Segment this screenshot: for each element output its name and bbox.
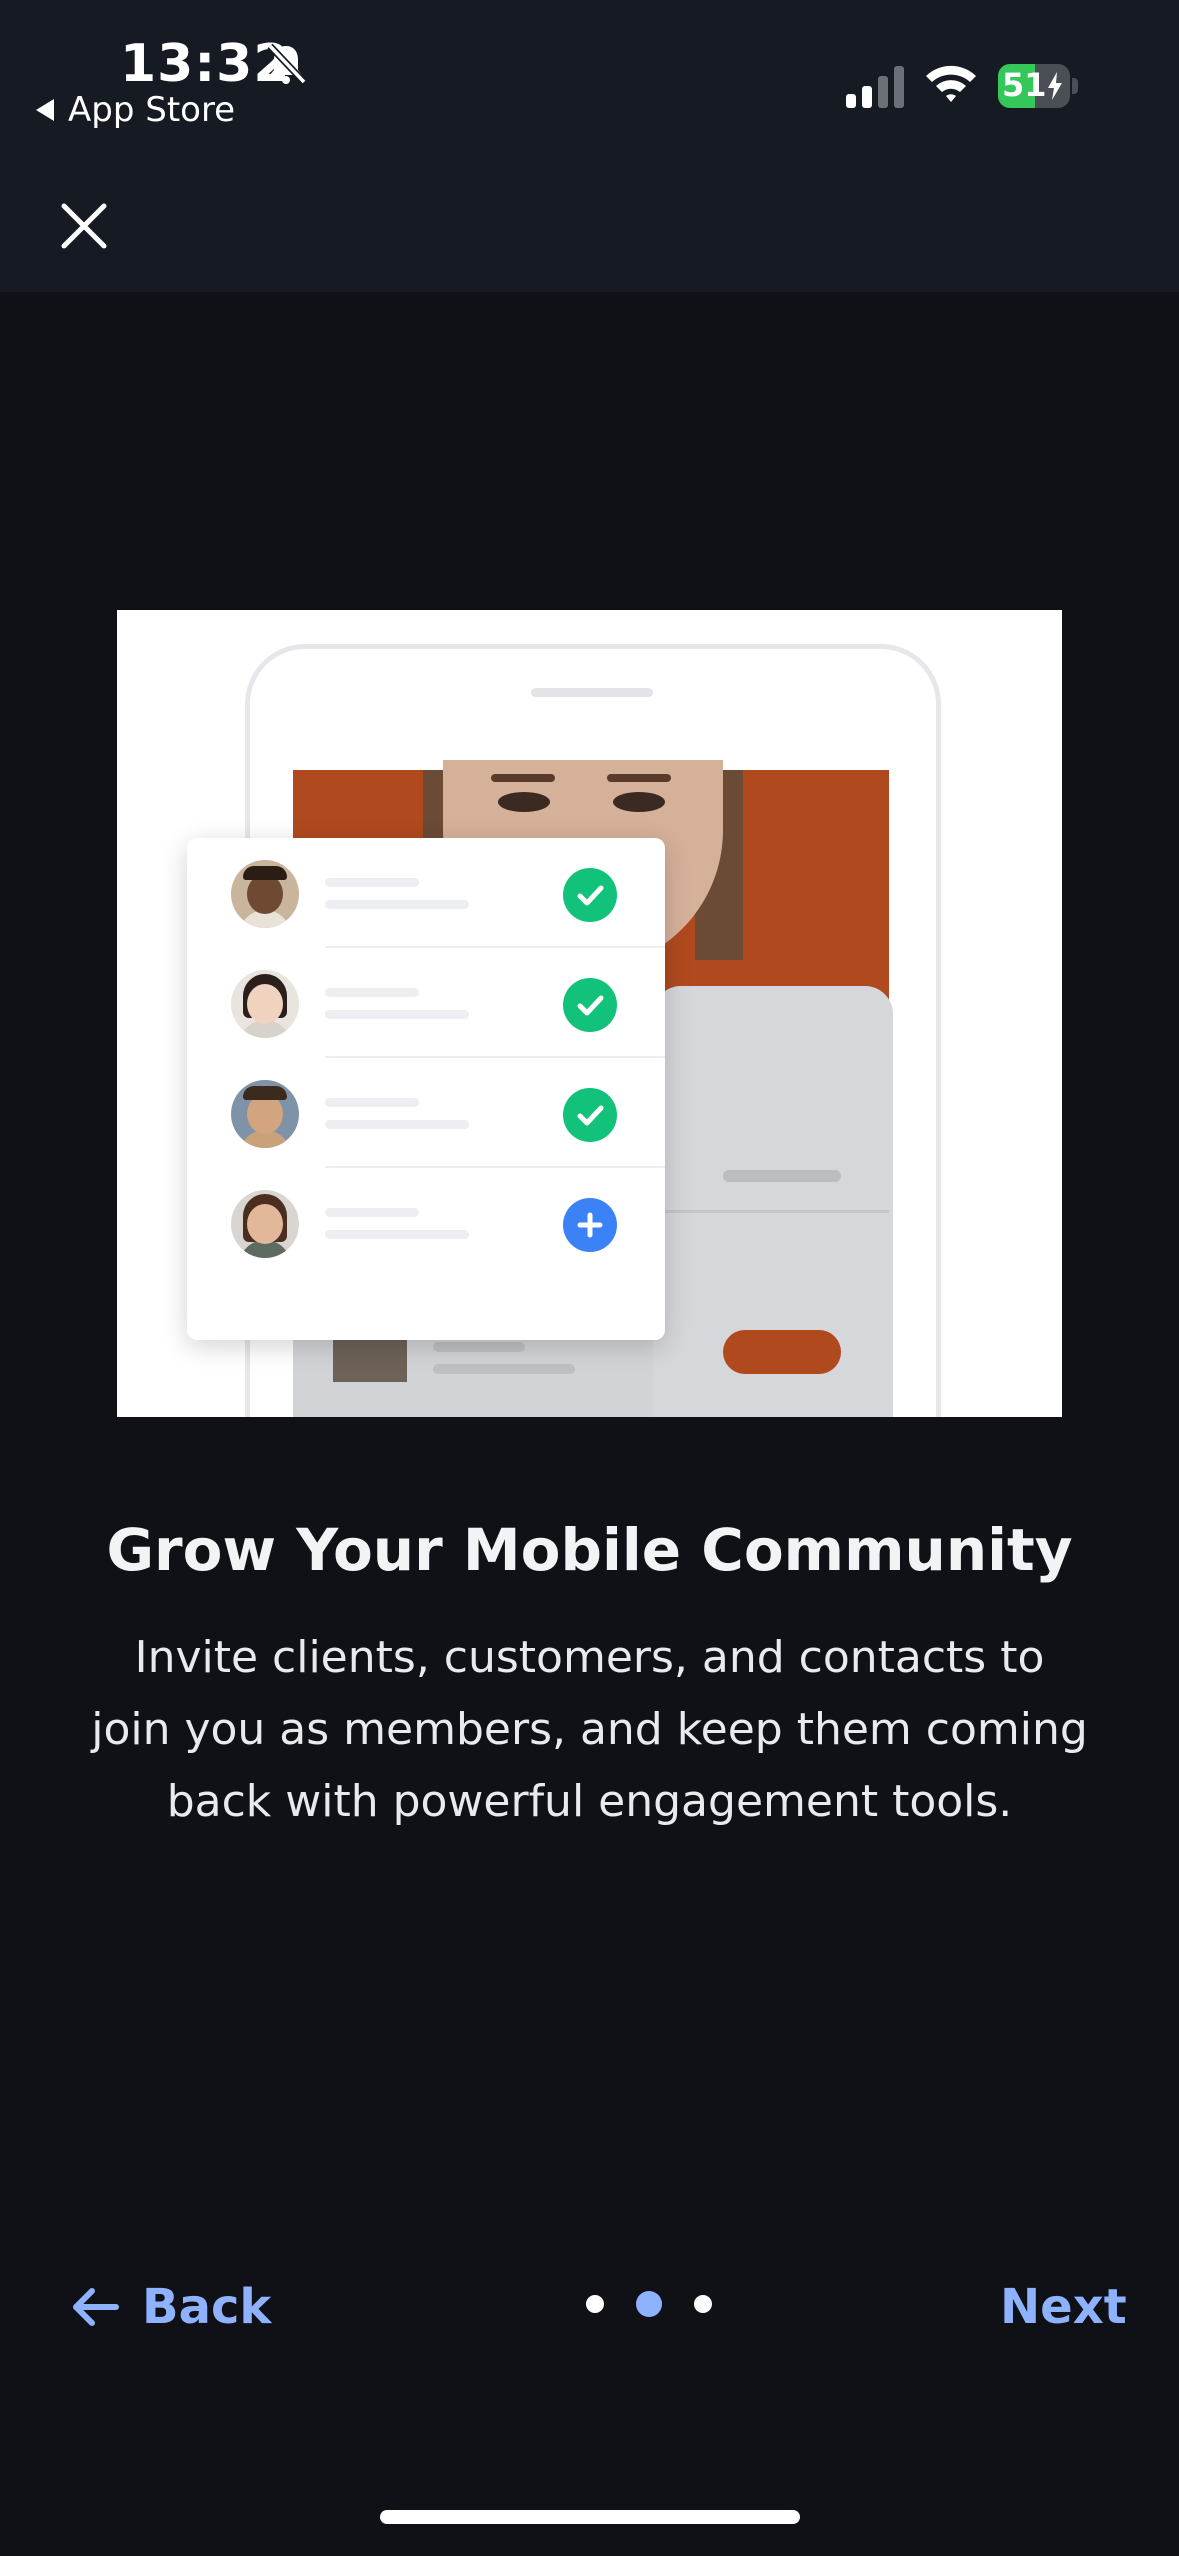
- battery-indicator: 51: [998, 64, 1078, 108]
- placeholder-line: [723, 1170, 841, 1182]
- onboarding-illustration: [117, 610, 1062, 1417]
- home-indicator[interactable]: [380, 2510, 800, 2524]
- page-indicator: [570, 2291, 728, 2317]
- back-button[interactable]: Back: [70, 2272, 271, 2342]
- eye-right: [613, 792, 665, 812]
- back-triangle-icon: [36, 99, 54, 121]
- member-row: [187, 1168, 665, 1278]
- wifi-icon: [926, 65, 976, 102]
- member-row: [187, 1058, 665, 1168]
- avatar: [231, 1080, 299, 1148]
- battery-nub: [1072, 78, 1078, 94]
- check-icon: [563, 978, 617, 1032]
- avatar: [231, 860, 299, 928]
- brow-right: [607, 774, 671, 782]
- placeholder-line: [433, 1364, 575, 1374]
- page-dot-active[interactable]: [636, 2291, 662, 2317]
- placeholder-line: [325, 900, 469, 909]
- bell-muted-icon: [267, 43, 307, 85]
- eye-left: [498, 792, 550, 812]
- placeholder-line: [433, 1342, 525, 1352]
- placeholder-line: [325, 1010, 469, 1019]
- next-button[interactable]: Next: [1000, 2272, 1127, 2342]
- next-button-label: Next: [1000, 2279, 1127, 2335]
- placeholder-button: [723, 1330, 841, 1374]
- phone-speaker: [531, 688, 653, 697]
- check-icon: [563, 868, 617, 922]
- placeholder-line: [325, 988, 419, 997]
- placeholder-line: [325, 1208, 419, 1217]
- back-to-app-store-link[interactable]: App Store: [36, 90, 235, 130]
- placeholder-line: [325, 878, 419, 887]
- arrow-left-icon: [73, 2288, 119, 2326]
- placeholder-line: [325, 1098, 419, 1107]
- battery-percentage: 51: [1002, 66, 1047, 104]
- members-card: [187, 838, 665, 1340]
- page-dot[interactable]: [694, 2295, 712, 2313]
- check-icon: [563, 1088, 617, 1142]
- placeholder-line: [325, 1120, 469, 1129]
- cellular-signal-icon: [846, 66, 904, 108]
- page-dot[interactable]: [586, 2295, 604, 2313]
- thumbnail-image: [333, 1336, 407, 1382]
- charging-bolt-icon: [1048, 72, 1062, 100]
- plus-icon: [563, 1198, 617, 1252]
- close-button[interactable]: [54, 196, 114, 256]
- page-description: Invite clients, customers, and contacts …: [91, 1632, 1088, 1827]
- page-title: Grow Your Mobile Community: [106, 1516, 1073, 1584]
- brow-left: [491, 774, 555, 782]
- member-row: [187, 948, 665, 1058]
- placeholder-line: [325, 1230, 469, 1239]
- back-button-label: Back: [142, 2279, 272, 2335]
- avatar: [231, 1190, 299, 1258]
- back-app-label: App Store: [68, 90, 236, 130]
- avatar: [231, 970, 299, 1038]
- member-row: [187, 838, 665, 948]
